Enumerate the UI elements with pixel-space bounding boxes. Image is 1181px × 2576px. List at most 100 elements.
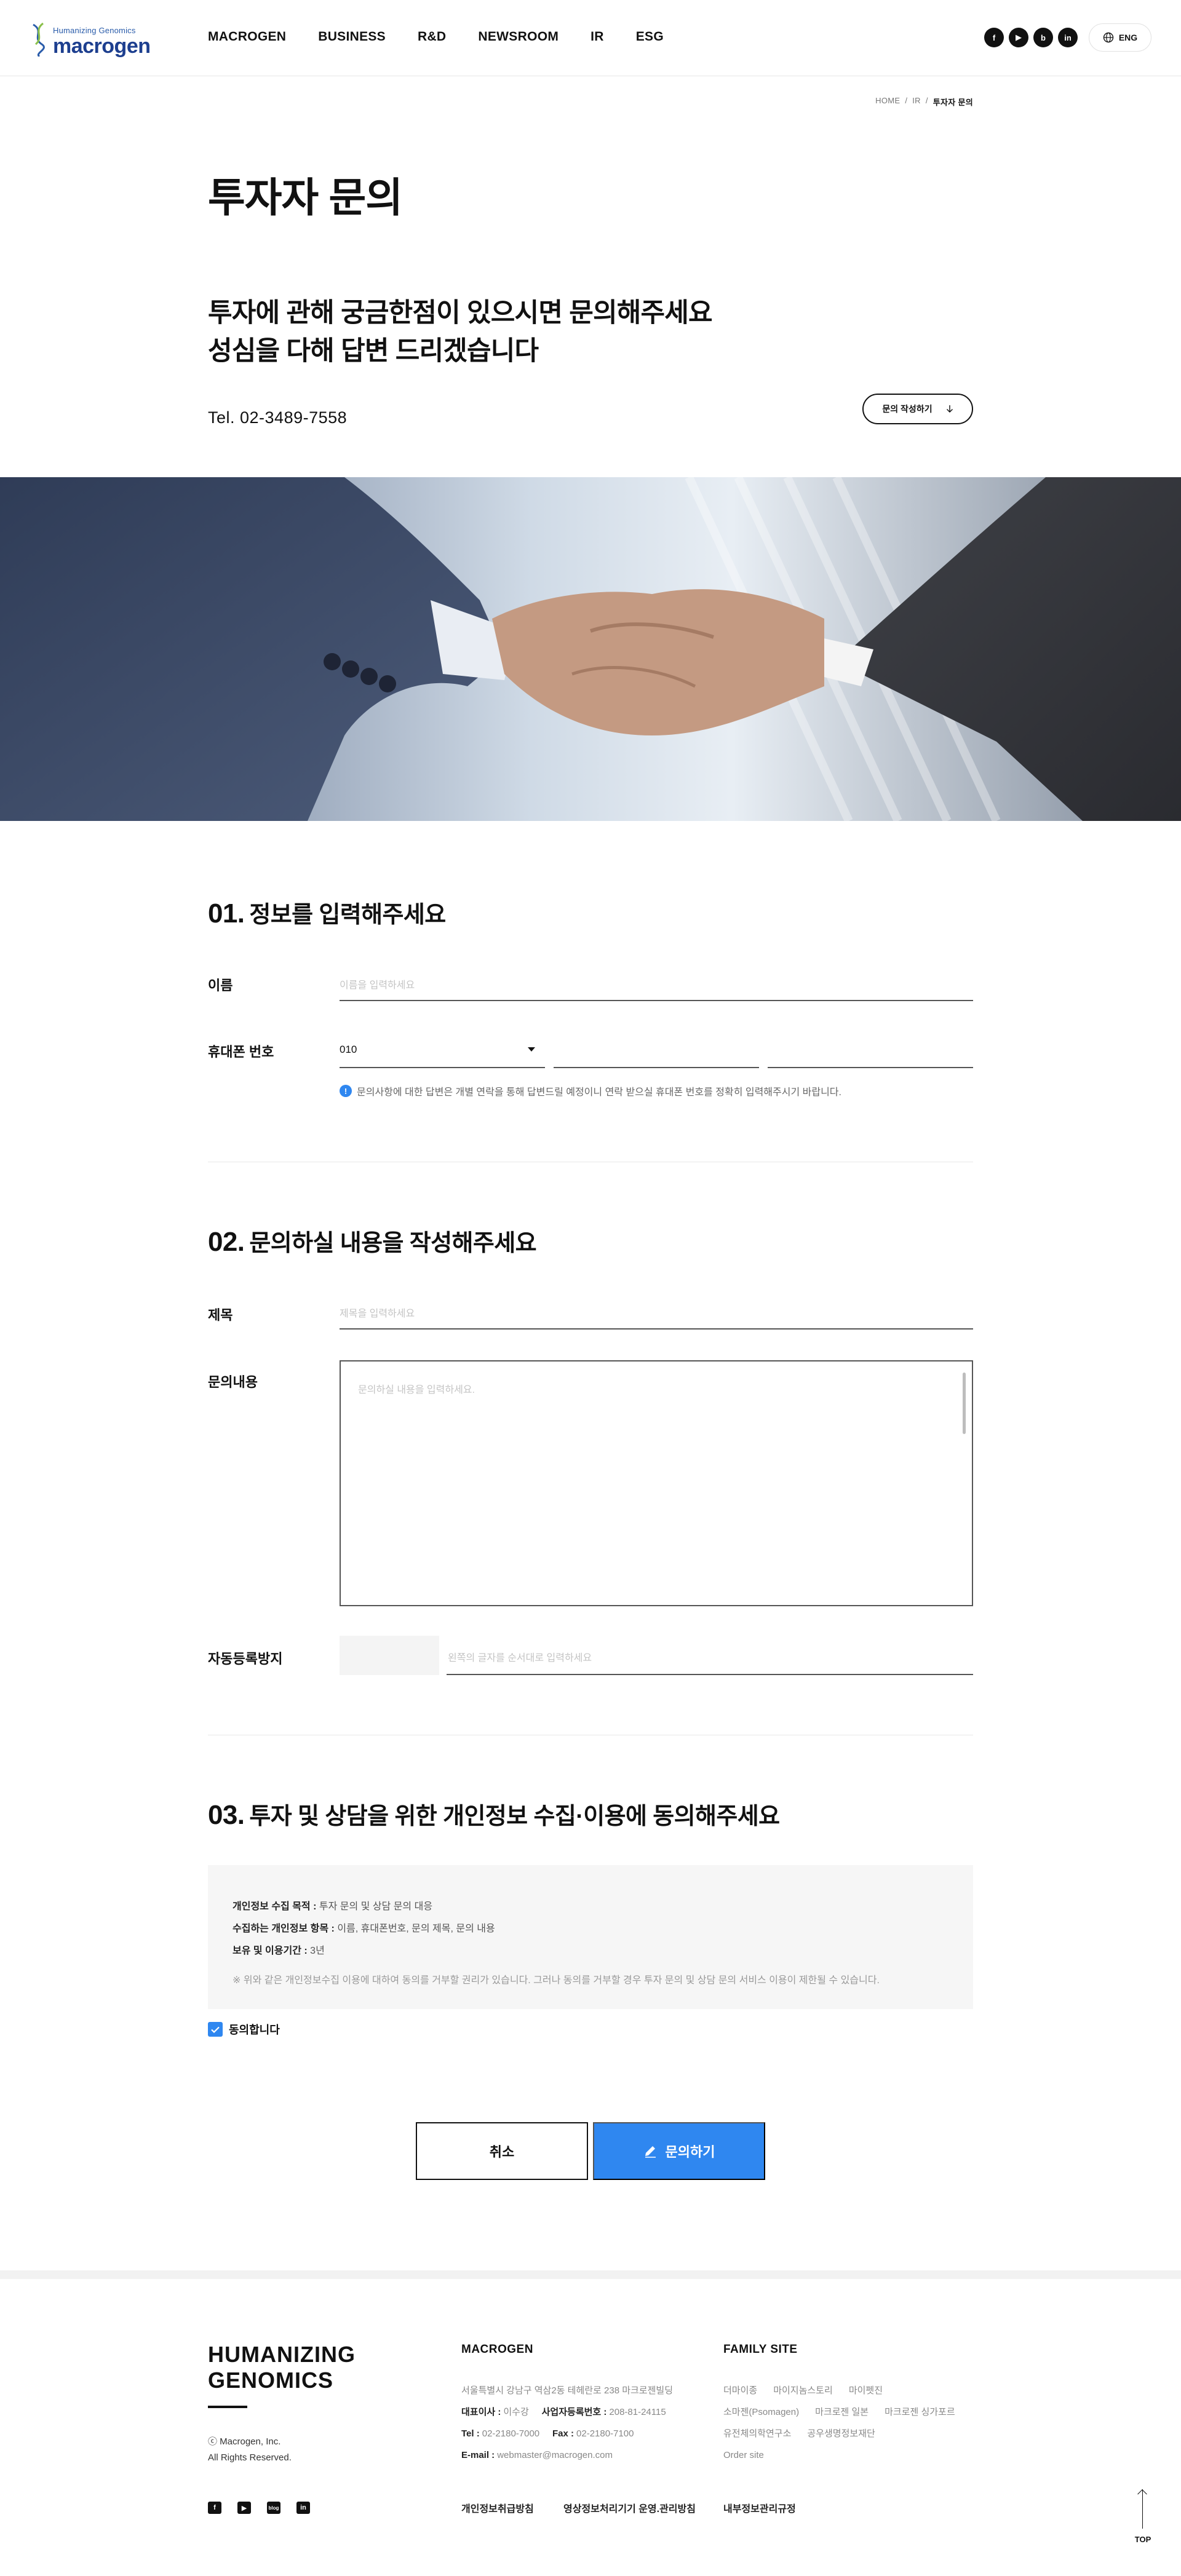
write-inquiry-label: 문의 작성하기 bbox=[882, 404, 932, 414]
arrow-up-head-icon bbox=[1137, 2489, 1147, 2499]
handshake-hero-image bbox=[0, 477, 1181, 821]
lead-line-2: 성심을 다해 답변 드리겠습니다 bbox=[208, 336, 539, 367]
family-site-link[interactable]: 마크로젠 일본 bbox=[815, 2407, 869, 2417]
footer-company-info: 서울특별시 강남구 역삼2동 테헤란로 238 마크로젠빌딩 대표이사 : 이수강… bbox=[461, 2380, 673, 2466]
pencil-icon bbox=[645, 2146, 656, 2158]
section-2-number: 02. bbox=[208, 1227, 245, 1257]
name-placeholder: 이름을 입력하세요 bbox=[340, 980, 415, 991]
helix-logo-icon bbox=[33, 22, 45, 57]
privacy-policy-link[interactable]: 개인정보취급방침 bbox=[461, 2500, 534, 2515]
family-site-link[interactable]: 마크로젠 싱가포르 bbox=[885, 2407, 955, 2417]
phone-prefix-select[interactable]: 010 bbox=[340, 1035, 545, 1068]
language-button[interactable]: ENG bbox=[1089, 23, 1151, 52]
breadcrumb-separator: / bbox=[905, 96, 908, 105]
family-site-link[interactable]: 마이지놈스토리 bbox=[773, 2385, 833, 2396]
lead-text: 투자에 관해 궁금한점이 있으시면 문의해주세요 성심을 다해 답변 드리겠습니… bbox=[208, 294, 713, 371]
family-site-link[interactable]: 더마이종 bbox=[723, 2385, 757, 2396]
phone-label: 휴대폰 번호 bbox=[208, 1044, 274, 1060]
facebook-icon[interactable]: f bbox=[984, 28, 1004, 47]
header-sns: f ▶ b in bbox=[984, 28, 1078, 47]
consent-note: ※ 위와 같은 개인정보수집 이용에 대하여 동의를 거부할 권리가 있습니다.… bbox=[233, 1975, 880, 1986]
breadcrumb-ir[interactable]: IR bbox=[912, 96, 921, 108]
section-3-title: 03. 투자 및 상담을 위한 개인정보 수집·이용에 동의해주세요 bbox=[208, 1797, 780, 1831]
section-1-title: 01. 정보를 입력해주세요 bbox=[208, 895, 446, 929]
logo-wordmark: macrogen bbox=[53, 34, 151, 58]
section-1-heading: 정보를 입력해주세요 bbox=[249, 902, 446, 928]
submit-label: 문의하기 bbox=[665, 2144, 715, 2160]
agree-label: 동의합니다 bbox=[229, 2024, 280, 2036]
facebook-icon[interactable]: f bbox=[208, 2502, 221, 2514]
copyright-line-1: ⓒ Macrogen, Inc. bbox=[208, 2436, 281, 2447]
footer-family-title: FAMILY SITE bbox=[723, 2343, 798, 2356]
footer-slogan-bar bbox=[208, 2406, 247, 2408]
cctv-policy-link[interactable]: 영상정보처리기기 운영.관리방침 bbox=[563, 2500, 696, 2515]
subject-input[interactable]: 제목을 입력하세요 bbox=[340, 1294, 973, 1330]
footer-slogan-line-1: HUMANIZING bbox=[208, 2342, 356, 2367]
nav-esg[interactable]: ESG bbox=[636, 30, 664, 44]
family-site-link[interactable]: Order site bbox=[723, 2450, 764, 2460]
copyright-line-2: All Rights Reserved. bbox=[208, 2452, 292, 2463]
phone-middle-input[interactable] bbox=[554, 1035, 759, 1068]
blog-icon[interactable]: blog bbox=[267, 2502, 280, 2514]
youtube-icon[interactable]: ▶ bbox=[237, 2502, 251, 2514]
scroll-top-button[interactable]: TOP bbox=[1129, 2489, 1156, 2545]
macrogen-logo[interactable]: Humanizing Genomics macrogen bbox=[28, 20, 151, 58]
privacy-consent-box: 개인정보 수집 목적 : 투자 문의 및 상담 문의 대응 수집하는 개인정보 … bbox=[208, 1865, 973, 2009]
phone-notice: ! 문의사항에 대한 답변은 개별 연락을 통해 답변드릴 예정이니 연락 받으… bbox=[340, 1084, 841, 1098]
footer-tel-fax: Tel :02-2180-7000 Fax :02-2180-7100 bbox=[461, 2428, 634, 2439]
top-label: TOP bbox=[1134, 2535, 1151, 2544]
name-input[interactable]: 이름을 입력하세요 bbox=[340, 965, 973, 1001]
content-textarea[interactable]: 문의하실 내용을 입력하세요. bbox=[340, 1360, 973, 1606]
language-label: ENG bbox=[1118, 33, 1138, 42]
cancel-button[interactable]: 취소 bbox=[416, 2122, 588, 2180]
footer-macrogen-title: MACROGEN bbox=[461, 2343, 533, 2356]
blog-icon[interactable]: b bbox=[1033, 28, 1053, 47]
nav-rnd[interactable]: R&D bbox=[418, 30, 446, 44]
lead-line-1: 투자에 관해 궁금한점이 있으시면 문의해주세요 bbox=[208, 298, 713, 328]
breadcrumb-home[interactable]: HOME bbox=[875, 96, 900, 108]
footer-sns: f ▶ blog in bbox=[208, 2502, 310, 2514]
info-icon: ! bbox=[340, 1085, 352, 1097]
nav-newsroom[interactable]: NEWSROOM bbox=[478, 30, 559, 44]
submit-inquiry-button[interactable]: 문의하기 bbox=[593, 2122, 765, 2180]
footer-ceo-biz: 대표이사 : 이수강 사업자등록번호 :208-81-24115 bbox=[461, 2407, 666, 2417]
captcha-label: 자동등록방지 bbox=[208, 1651, 283, 1666]
captcha-input[interactable]: 왼쪽의 글자를 순서대로 입력하세요 bbox=[447, 1636, 973, 1675]
consent-items: 수집하는 개인정보 항목 : 이름, 휴대폰번호, 문의 제목, 문의 내용 bbox=[233, 1924, 495, 1934]
linkedin-icon[interactable]: in bbox=[296, 2502, 310, 2514]
captcha-placeholder: 왼쪽의 글자를 순서대로 입력하세요 bbox=[448, 1653, 592, 1663]
textarea-scrollbar[interactable] bbox=[963, 1373, 966, 1434]
nav-business[interactable]: BUSINESS bbox=[318, 30, 386, 44]
main-nav: MACROGEN BUSINESS R&D NEWSROOM IR ESG bbox=[208, 30, 696, 44]
footer-slogan-line-2: GENOMICS bbox=[208, 2368, 334, 2393]
contact-tel: Tel. 02-3489-7558 bbox=[208, 408, 348, 427]
consent-period: 보유 및 이용기간 : 3년 bbox=[233, 1946, 325, 1956]
section-2-heading: 문의하실 내용을 작성해주세요 bbox=[249, 1231, 536, 1256]
phone-notice-text: 문의사항에 대한 답변은 개별 연락을 통해 답변드릴 예정이니 연락 받으실 … bbox=[357, 1087, 841, 1098]
section-3-number: 03. bbox=[208, 1800, 245, 1830]
family-site-link[interactable]: 마이펫진 bbox=[849, 2385, 883, 2396]
family-site-link[interactable]: 소마젠(Psomagen) bbox=[723, 2407, 799, 2417]
write-inquiry-button[interactable]: 문의 작성하기 bbox=[862, 394, 973, 424]
agree-checkbox[interactable]: 동의합니다 bbox=[208, 2021, 280, 2037]
phone-prefix-value: 010 bbox=[340, 1044, 357, 1055]
content-placeholder: 문의하실 내용을 입력하세요. bbox=[358, 1385, 475, 1395]
family-site-link[interactable]: 공우생명정보재단 bbox=[807, 2428, 875, 2439]
phone-last-input[interactable] bbox=[768, 1035, 973, 1068]
section-2-title: 02. 문의하실 내용을 작성해주세요 bbox=[208, 1224, 537, 1258]
section-1-number: 01. bbox=[208, 898, 245, 929]
consent-purpose: 개인정보 수집 목적 : 투자 문의 및 상담 문의 대응 bbox=[233, 1901, 433, 1912]
captcha-image bbox=[340, 1636, 439, 1675]
content-label: 문의내용 bbox=[208, 1374, 258, 1390]
family-site-link[interactable]: 유전체의학연구소 bbox=[723, 2428, 791, 2439]
footer-email: E-mail : webmaster@macrogen.com bbox=[461, 2450, 613, 2460]
nav-macrogen[interactable]: MACROGEN bbox=[208, 30, 286, 44]
logo-tagline: Humanizing Genomics bbox=[53, 26, 136, 35]
globe-icon bbox=[1103, 32, 1114, 43]
internal-info-policy-link[interactable]: 내부정보관리규정 bbox=[723, 2500, 796, 2515]
nav-ir[interactable]: IR bbox=[590, 30, 604, 44]
site-header: Humanizing Genomics macrogen MACROGEN BU… bbox=[0, 0, 1181, 76]
youtube-icon[interactable]: ▶ bbox=[1009, 28, 1028, 47]
linkedin-icon[interactable]: in bbox=[1058, 28, 1078, 47]
checkbox-checked-icon[interactable] bbox=[208, 2022, 223, 2037]
